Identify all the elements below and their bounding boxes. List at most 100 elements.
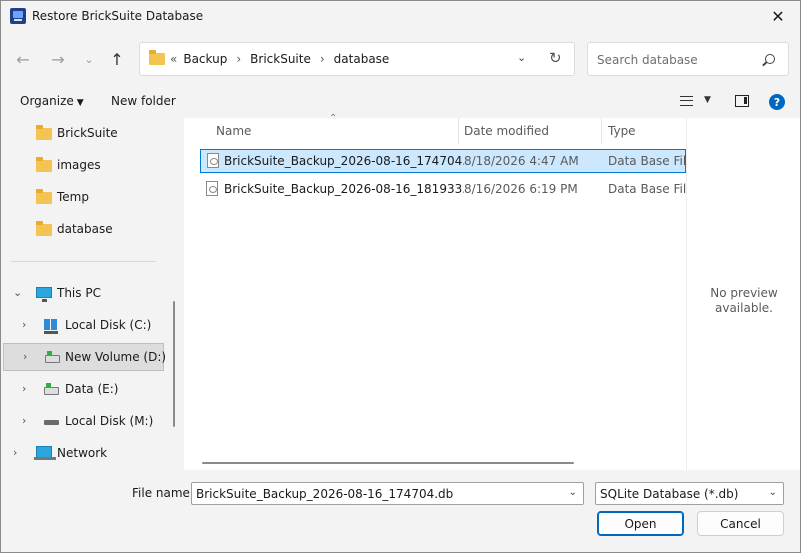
search-input[interactable]: Search database xyxy=(597,53,698,67)
new-folder-button[interactable]: New folder xyxy=(111,94,176,108)
file-name: BrickSuite_Backup_2026-08-16_174704.db xyxy=(224,154,464,168)
folder-icon xyxy=(36,157,52,172)
sidebar-item-label: Local Disk (M:) xyxy=(65,414,154,428)
sidebar-item-local-disk-c[interactable]: › Local Disk (C:) xyxy=(1,311,164,339)
column-header-label: Date modified xyxy=(464,124,550,138)
app-icon xyxy=(10,8,26,24)
sidebar-item-label: database xyxy=(57,222,113,236)
drive-icon xyxy=(45,351,60,363)
caret-down-icon: ▼ xyxy=(76,98,84,108)
sidebar-item-local-disk-m[interactable]: › Local Disk (M:) xyxy=(1,407,164,435)
file-name-value: BrickSuite_Backup_2026-08-16_174704.db xyxy=(196,487,454,501)
window-title: Restore BrickSuite Database xyxy=(32,9,204,23)
open-button[interactable]: Open xyxy=(597,511,684,536)
sidebar-item-label: Network xyxy=(57,446,108,460)
horizontal-scrollbar[interactable] xyxy=(202,462,574,464)
sidebar-item-label: BrickSuite xyxy=(57,126,118,140)
windows-drive-icon xyxy=(44,319,58,334)
sidebar-item-temp[interactable]: Temp xyxy=(1,183,164,211)
breadcrumb-item-bricksuite[interactable]: BrickSuite xyxy=(250,52,311,66)
preview-message: No preview available. xyxy=(687,286,800,316)
file-type-select[interactable]: SQLite Database (*.db) ⌄ xyxy=(595,482,784,505)
file-row[interactable]: BrickSuite_Backup_2026-08-16_181933.db 8… xyxy=(200,178,686,202)
sidebar-item-bricksuite[interactable]: BrickSuite xyxy=(1,119,164,147)
address-bar[interactable]: « Backup › BrickSuite › database ⌄ ↻ xyxy=(139,42,575,76)
column-header-name[interactable]: Name xyxy=(184,118,458,144)
preview-message-line: available. xyxy=(715,301,773,315)
navigation-bar: ← → ⌄ ↑ « Backup › BrickSuite › database… xyxy=(1,32,800,86)
chevron-down-icon[interactable]: ⌄ xyxy=(569,487,577,498)
sidebar-item-database[interactable]: database xyxy=(1,215,164,243)
database-file-icon xyxy=(207,153,219,168)
close-button[interactable]: ✕ xyxy=(756,1,800,32)
arrow-left-icon: ← xyxy=(16,49,30,69)
search-box[interactable]: Search database xyxy=(587,42,789,76)
chevron-down-icon[interactable]: ⌄ xyxy=(769,487,777,498)
arrow-up-icon: ↑ xyxy=(110,49,124,69)
sidebar-item-network[interactable]: › Network xyxy=(1,439,164,467)
address-dropdown-button[interactable]: ⌄ xyxy=(517,51,526,64)
folder-icon xyxy=(36,189,52,204)
file-name: BrickSuite_Backup_2026-08-16_181933.db xyxy=(224,182,464,196)
breadcrumb: « Backup › BrickSuite › database xyxy=(170,52,389,66)
search-icon xyxy=(765,54,775,64)
folder-icon xyxy=(36,221,52,236)
sidebar-item-new-volume-d[interactable]: › New Volume (D:) xyxy=(3,343,167,371)
sidebar-item-this-pc[interactable]: ⌄ This PC xyxy=(1,279,164,307)
breadcrumb-item-database[interactable]: database xyxy=(334,52,390,66)
help-icon[interactable]: ? xyxy=(769,94,785,110)
database-file-icon xyxy=(206,181,218,196)
breadcrumb-item-backup[interactable]: Backup xyxy=(183,52,227,66)
file-row[interactable]: BrickSuite_Backup_2026-08-16_174704.db 8… xyxy=(200,149,686,173)
cancel-button[interactable]: Cancel xyxy=(697,511,784,536)
chevron-down-icon[interactable]: ⌄ xyxy=(13,286,22,299)
refresh-button[interactable]: ↻ xyxy=(549,49,562,67)
chevron-right-icon[interactable]: › xyxy=(22,414,26,427)
navigation-pane: BrickSuite images Temp database ⌄ This P… xyxy=(1,118,166,470)
column-header-label: Type xyxy=(608,124,636,138)
chevron-right-icon[interactable]: › xyxy=(22,382,26,395)
column-header-date-modified[interactable]: Date modified xyxy=(459,118,601,144)
back-button[interactable]: ← xyxy=(12,48,34,70)
caret-down-icon[interactable]: ▼ xyxy=(704,95,711,105)
breadcrumb-overflow[interactable]: « xyxy=(170,52,177,66)
sidebar-item-label: Temp xyxy=(57,190,89,204)
recent-locations-button[interactable]: ⌄ xyxy=(78,48,100,70)
column-header-label: Name xyxy=(216,124,252,138)
chevron-right-icon[interactable]: › xyxy=(22,318,26,331)
file-name-field[interactable]: BrickSuite_Backup_2026-08-16_174704.db ⌄ xyxy=(191,482,584,505)
drive-icon xyxy=(44,420,59,425)
arrow-right-icon: → xyxy=(51,49,65,69)
sidebar-item-label: Data (E:) xyxy=(65,382,119,396)
forward-button[interactable]: → xyxy=(47,48,69,70)
up-button[interactable]: ↑ xyxy=(106,48,128,70)
refresh-icon: ↻ xyxy=(549,49,562,67)
restore-dialog: Restore BrickSuite Database ✕ ← → ⌄ ↑ « … xyxy=(0,0,801,553)
sidebar-item-label: New Volume (D:) xyxy=(65,350,167,364)
organize-button[interactable]: Organize ▼ xyxy=(20,94,84,108)
file-type: Data Base File xyxy=(608,154,686,168)
organize-label: Organize xyxy=(20,94,74,108)
sidebar-item-label: This PC xyxy=(57,286,101,300)
preview-pane-icon[interactable] xyxy=(735,95,749,107)
chevron-right-icon[interactable]: › xyxy=(236,52,241,66)
sidebar-item-data-e[interactable]: › Data (E:) xyxy=(1,375,164,403)
chevron-down-icon: ⌄ xyxy=(84,52,94,66)
chevron-right-icon[interactable]: › xyxy=(13,446,17,459)
file-list: ⌃ Name Date modified Type BrickSuite_Bac… xyxy=(184,113,686,470)
file-date: 8/16/2026 6:19 PM xyxy=(464,182,578,196)
sidebar-item-images[interactable]: images xyxy=(1,151,164,179)
chevron-right-icon[interactable]: › xyxy=(23,350,27,363)
view-options-icon[interactable] xyxy=(680,96,693,106)
network-icon xyxy=(34,446,56,460)
sidebar-divider xyxy=(11,261,156,262)
sidebar-item-label: Local Disk (C:) xyxy=(65,318,152,332)
drive-icon xyxy=(44,383,59,395)
toolbar: Organize ▼ New folder ▼ ? xyxy=(1,86,800,118)
column-header-type[interactable]: Type xyxy=(602,118,686,144)
dialog-footer: File name: BrickSuite_Backup_2026-08-16_… xyxy=(1,470,800,552)
chevron-right-icon[interactable]: › xyxy=(320,52,325,66)
computer-icon xyxy=(36,287,52,302)
sidebar-scrollbar[interactable] xyxy=(173,301,175,427)
file-type-value: SQLite Database (*.db) xyxy=(600,487,739,501)
